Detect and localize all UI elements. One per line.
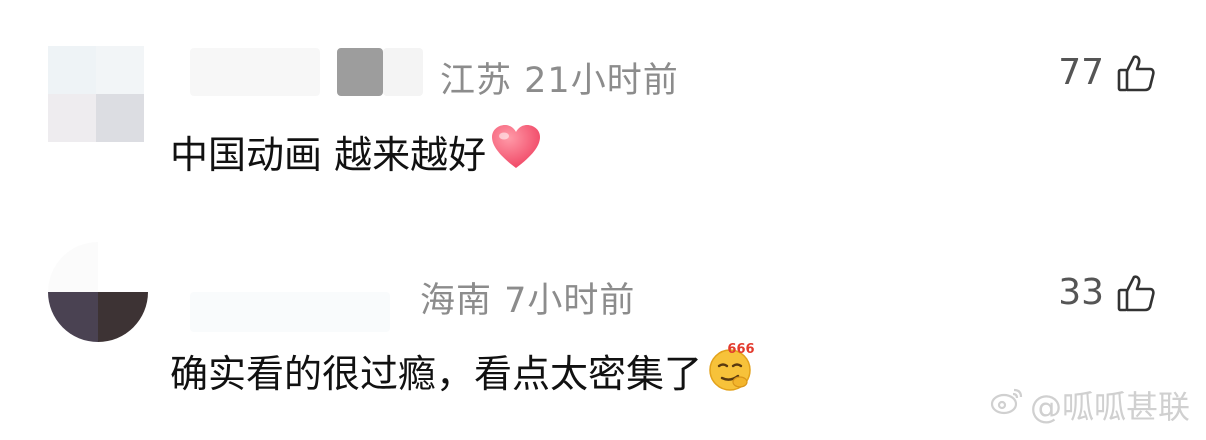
smirk-666-emoji-icon: 666 — [706, 340, 758, 401]
comment-location: 海南 — [420, 281, 493, 321]
comment-meta: 江苏 21小时前 — [440, 52, 679, 103]
watermark: @呱呱甚联 — [990, 382, 1190, 428]
thumbs-up-icon[interactable] — [1116, 273, 1156, 313]
heart-emoji-icon — [490, 124, 542, 179]
comment-text: 中国动画 越来越好 — [170, 124, 542, 179]
like-button[interactable]: 77 — [1058, 52, 1156, 93]
avatar[interactable] — [48, 46, 144, 142]
like-count: 77 — [1058, 52, 1104, 93]
comment-time: 7小时前 — [504, 281, 636, 321]
comment-text: 确实看的很过瘾，看点太密集了 666 — [170, 340, 758, 401]
comment-item: 江苏 21小时前 中国动画 越来越好 77 — [0, 0, 1206, 200]
thumbs-up-icon[interactable] — [1116, 53, 1156, 93]
comment-item: 海南 7小时前 确实看的很过瘾，看点太密集了 666 33 — [0, 200, 1206, 400]
username-blurred[interactable] — [383, 48, 423, 96]
username-blurred[interactable] — [337, 48, 383, 96]
avatar[interactable] — [48, 242, 148, 342]
comment-meta: 海南 7小时前 — [420, 272, 635, 323]
username-blurred[interactable] — [190, 48, 320, 96]
like-count: 33 — [1058, 272, 1104, 313]
watermark-text: @呱呱甚联 — [1029, 388, 1190, 426]
svg-text:666: 666 — [727, 342, 754, 357]
like-button[interactable]: 33 — [1058, 272, 1156, 313]
comment-location: 江苏 — [440, 61, 513, 101]
username-blurred[interactable] — [190, 292, 390, 332]
comment-text-content: 中国动画 越来越好 — [170, 133, 487, 177]
comment-text-content: 确实看的很过瘾，看点太密集了 — [170, 352, 703, 396]
comment-time: 21小时前 — [524, 61, 679, 101]
weibo-logo-icon — [990, 386, 1024, 424]
